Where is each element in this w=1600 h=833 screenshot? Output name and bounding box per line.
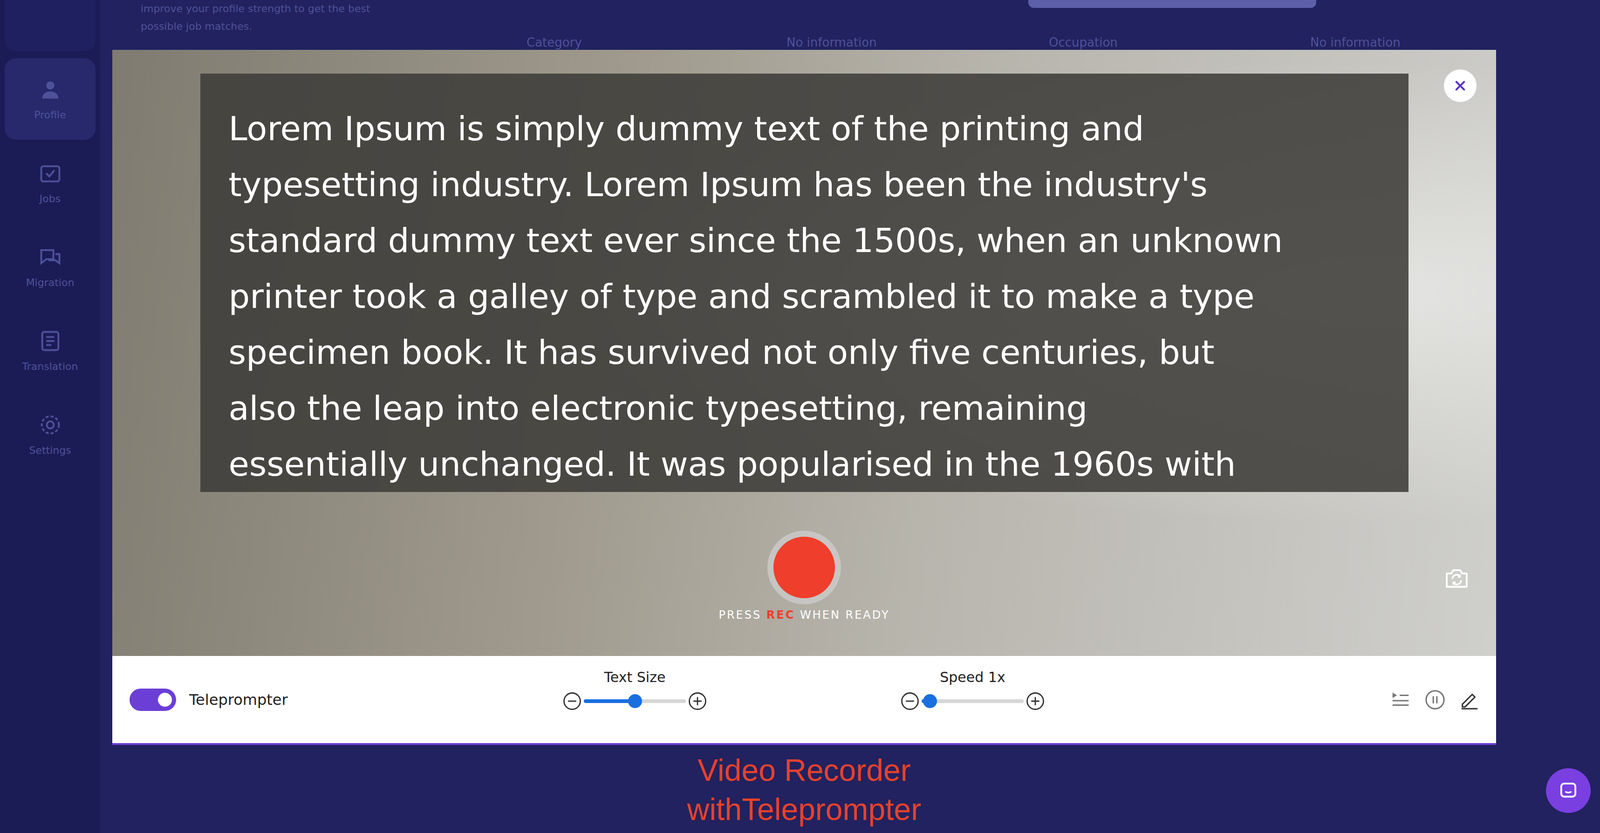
increase-button[interactable] (1025, 691, 1046, 712)
chat-icon (1556, 778, 1581, 803)
teleprompter-line: standard dummy text ever since the 1500s… (228, 212, 1381, 269)
jobs-icon (38, 161, 63, 186)
slider-fill (583, 699, 636, 704)
sidebar-label: Jobs (39, 192, 61, 206)
sidebar: Profile Jobs Migration Translation Setti… (0, 0, 101, 833)
teleprompter-line: essentially unchanged. It was popularise… (228, 436, 1381, 493)
sidebar-label: Translation (22, 360, 79, 373)
video-recorder-modal: Lorem Ipsum is simply dummy text of the … (112, 49, 1497, 746)
top-button[interactable] (1028, 0, 1317, 8)
camera-preview: Lorem Ipsum is simply dummy text of the … (112, 49, 1497, 657)
toggle-label: Teleprompter (189, 690, 288, 709)
field-text: No information (1310, 35, 1600, 50)
record-button[interactable] (767, 530, 842, 605)
field-text: No information (786, 35, 1049, 50)
slider-thumb[interactable] (923, 694, 937, 709)
teleprompter-toggle[interactable] (129, 688, 177, 712)
teleprompter-line: typesetting industry. Lorem Ipsum has be… (228, 156, 1381, 213)
gear-icon (38, 412, 63, 438)
caption-line: Video Recorder (687, 750, 922, 790)
page: Profile Jobs Migration Translation Setti… (0, 0, 1600, 833)
logo-tile (4, 0, 96, 52)
sidebar-item[interactable]: Profile (4, 58, 96, 140)
slider-label: Speed 1x (939, 669, 1006, 686)
modal-wrap: Lorem Ipsum is simply dummy text of the … (112, 49, 1497, 829)
tip-line: possible job matches. (140, 17, 421, 36)
profile-tip: improve your profile strength to get the… (140, 0, 421, 36)
control-bar: Teleprompter Text Size Speed 1x (112, 656, 1497, 744)
field-text: Occupation (1048, 35, 1311, 50)
teleprompter-text: Lorem Ipsum is simply dummy text of the … (200, 73, 1409, 493)
caption: Video RecorderwithTeleprompter (687, 750, 922, 829)
slider-row (562, 691, 708, 712)
teleprompter-line: also the leap into electronic typesettin… (228, 380, 1381, 437)
sidebar-item[interactable]: Jobs (4, 142, 96, 224)
teleprompter-line: printer took a galley of type and scramb… (228, 268, 1381, 325)
slider-thumb[interactable] (628, 694, 643, 709)
script-list-button[interactable] (1389, 689, 1412, 711)
teleprompter-line: Lorem Ipsum is simply dummy text of the … (228, 100, 1381, 157)
record-dot (773, 536, 835, 599)
sidebar-item[interactable]: Settings (4, 393, 96, 476)
pause-circle-icon (1424, 689, 1446, 711)
sidebar-item[interactable]: Translation (4, 309, 96, 392)
pause-button[interactable] (1424, 689, 1446, 711)
switch-camera-button[interactable] (1443, 564, 1471, 592)
teleprompter-line: specimen book. It has survived not only … (228, 324, 1381, 381)
record-prompt: PRESS REC WHEN READY (718, 608, 890, 623)
plus-icon (1025, 691, 1046, 712)
chat-button[interactable] (1545, 768, 1591, 814)
playlist-play-icon (1389, 689, 1412, 711)
switch-camera-icon (1443, 564, 1471, 592)
close-icon (1450, 76, 1470, 96)
sidebar-label: Profile (34, 109, 66, 122)
sidebar-label: Migration (26, 276, 75, 289)
minus-icon (562, 691, 582, 712)
minus-icon (900, 691, 920, 712)
slider-label: Text Size (604, 669, 666, 686)
sidebar-item[interactable]: Migration (4, 225, 96, 308)
field-text: Category (526, 35, 787, 50)
pencil-icon (1458, 689, 1481, 711)
decrease-button[interactable] (562, 691, 582, 712)
decrease-button[interactable] (900, 691, 920, 712)
edit-button[interactable] (1458, 689, 1481, 711)
doc-icon (38, 328, 63, 354)
caption-line: withTeleprompter (687, 789, 922, 829)
plus-icon (687, 691, 708, 712)
slider-track[interactable] (921, 699, 1024, 704)
sidebar-label: Settings (28, 444, 71, 457)
increase-button[interactable] (687, 691, 708, 712)
record-word: REC (766, 608, 796, 622)
tool-buttons (1045, 656, 1497, 744)
tip-line: improve your profile strength to get the… (140, 0, 421, 18)
close-button[interactable] (1443, 69, 1477, 103)
toggle-knob (157, 692, 172, 707)
teleprompter-toggle-group: Teleprompter (112, 656, 563, 744)
slider-group: Text Size (562, 656, 708, 744)
classification-row: CategoryNo informationOccupationNo infor… (526, 35, 1600, 50)
slider-row (900, 691, 1046, 712)
slider-track[interactable] (583, 699, 686, 704)
slider-group: Speed 1x (900, 656, 1046, 744)
person-icon (38, 77, 63, 102)
chat-icon (38, 245, 63, 270)
